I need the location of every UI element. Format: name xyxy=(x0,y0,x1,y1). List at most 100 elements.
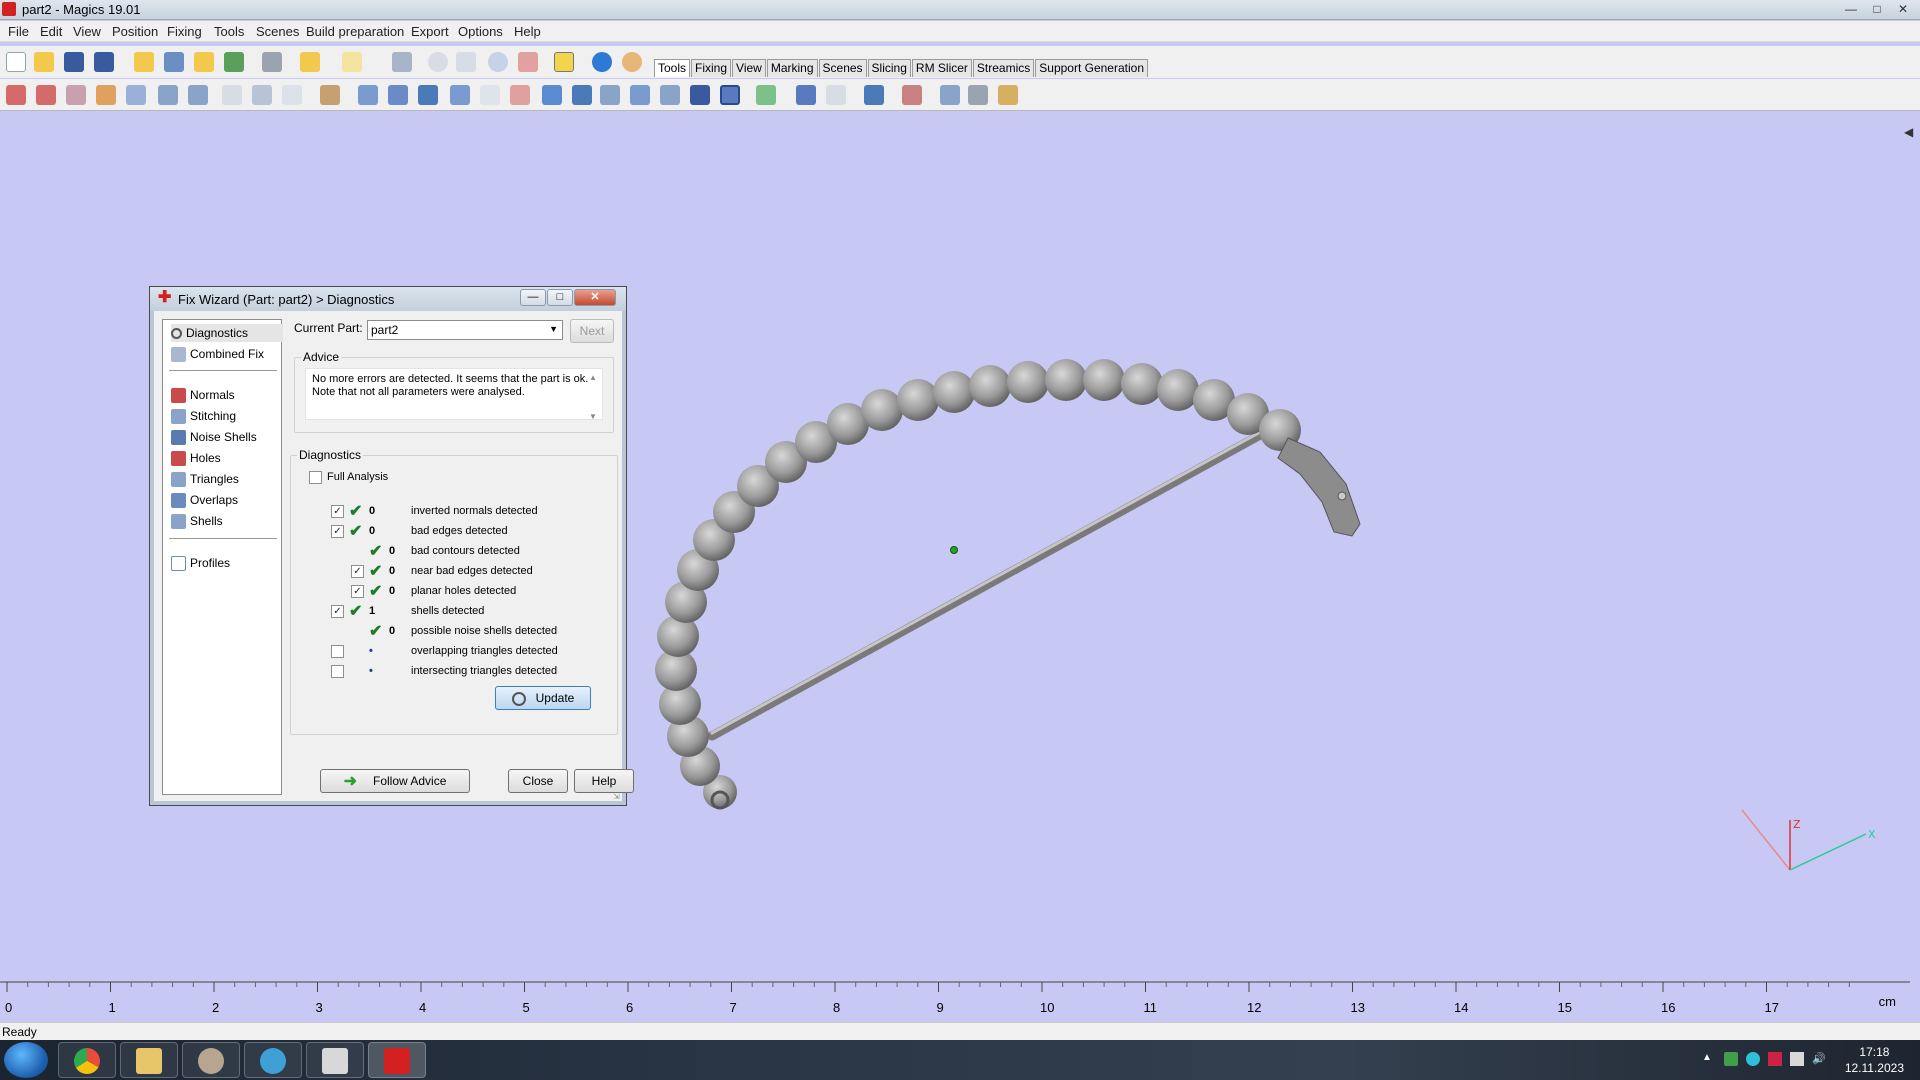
extrude-icon[interactable] xyxy=(510,85,530,105)
print-icon[interactable] xyxy=(262,52,282,72)
hand-icon[interactable] xyxy=(320,85,340,105)
save-part-icon[interactable] xyxy=(164,52,184,72)
analysis-icon[interactable] xyxy=(826,85,846,105)
help-icon[interactable] xyxy=(592,52,612,72)
diagnostic-checkbox[interactable] xyxy=(331,664,344,678)
surface-icon[interactable] xyxy=(630,85,650,105)
new-file-icon[interactable] xyxy=(6,52,26,72)
language-flag-icon[interactable] xyxy=(1768,1052,1782,1066)
page-holes[interactable]: Holes xyxy=(171,449,221,467)
taskbar-explorer[interactable] xyxy=(120,1042,178,1078)
settings-icon[interactable] xyxy=(940,85,960,105)
translate-default-icon[interactable] xyxy=(36,85,56,105)
mesh-icon[interactable] xyxy=(968,85,988,105)
page-stitching[interactable]: Stitching xyxy=(171,407,236,425)
import-part-icon[interactable] xyxy=(134,52,154,72)
mirror-icon[interactable] xyxy=(158,85,178,105)
close-dialog-button[interactable]: Close xyxy=(508,769,568,793)
diagnostic-checkbox[interactable]: ✓ xyxy=(331,504,344,518)
tab-support-generation[interactable]: Support Generation xyxy=(1035,59,1149,77)
diagnostic-checkbox[interactable]: ✓ xyxy=(351,564,364,578)
taskbar-app-v8[interactable] xyxy=(244,1042,302,1078)
menu-edit[interactable]: Edit xyxy=(40,24,62,39)
zoom-window-icon[interactable] xyxy=(518,52,538,72)
save-icon[interactable] xyxy=(64,52,84,72)
menu-scenes[interactable]: Scenes xyxy=(256,24,299,39)
menu-help[interactable]: Help xyxy=(514,24,541,39)
cylinder-icon[interactable] xyxy=(572,85,592,105)
page-overlaps[interactable]: Overlaps xyxy=(171,491,238,509)
label-icon[interactable] xyxy=(450,85,470,105)
pan-icon[interactable] xyxy=(456,52,476,72)
boolean-icon[interactable] xyxy=(358,85,378,105)
unload-part-icon[interactable] xyxy=(224,52,244,72)
volume-icon[interactable]: 🔊 xyxy=(1812,1052,1826,1066)
diagnostic-checkbox[interactable] xyxy=(331,644,344,658)
page-noise-shells[interactable]: Noise Shells xyxy=(171,428,257,446)
menu-file[interactable]: File xyxy=(8,24,29,39)
box-icon[interactable] xyxy=(542,85,562,105)
diagnostic-checkbox[interactable]: ✓ xyxy=(331,524,344,538)
minimize-button[interactable]: — xyxy=(1840,1,1862,17)
assistant-icon[interactable] xyxy=(622,52,642,72)
redo-icon[interactable] xyxy=(342,52,362,72)
export-icon[interactable] xyxy=(902,85,922,105)
start-button[interactable] xyxy=(4,1042,48,1078)
taskbar-paint[interactable] xyxy=(182,1042,240,1078)
offset-icon[interactable] xyxy=(418,85,438,105)
cut-icon[interactable] xyxy=(222,85,242,105)
hollow-icon[interactable] xyxy=(388,85,408,105)
advice-scrollbar[interactable]: ▲ ▼ xyxy=(586,371,600,421)
taskbar-chrome[interactable] xyxy=(58,1042,116,1078)
rotate-view-icon[interactable] xyxy=(428,52,448,72)
page-normals[interactable]: Normals xyxy=(171,386,235,404)
tab-rm-slicer[interactable]: RM Slicer xyxy=(911,59,972,77)
zoom-icon[interactable] xyxy=(488,52,508,72)
current-part-select[interactable]: part2 ▼ xyxy=(367,320,563,340)
skype-icon[interactable] xyxy=(1746,1052,1760,1066)
taskbar-app-dark[interactable] xyxy=(306,1042,364,1078)
wall-thickness-icon[interactable] xyxy=(864,85,884,105)
undo-icon[interactable] xyxy=(300,52,320,72)
safely-remove-icon[interactable] xyxy=(1790,1052,1804,1066)
page-diagnostics[interactable]: Diagnostics xyxy=(171,324,283,342)
page-shells[interactable]: Shells xyxy=(171,512,223,530)
cone-icon[interactable] xyxy=(600,85,620,105)
tab-view[interactable]: View xyxy=(732,59,766,77)
menu-view[interactable]: View xyxy=(73,24,101,39)
help-button[interactable]: Help xyxy=(574,769,634,793)
tab-fixing[interactable]: Fixing xyxy=(691,59,732,77)
tab-streamics[interactable]: Streamics xyxy=(972,59,1035,77)
rotate-interactive-icon[interactable] xyxy=(96,85,116,105)
save-as-icon[interactable] xyxy=(94,52,114,72)
dialog-close-x-button[interactable]: ✕ xyxy=(574,289,616,306)
close-button[interactable]: ✕ xyxy=(1892,1,1914,17)
maximize-button[interactable]: □ xyxy=(1866,1,1888,17)
tray-expand-icon[interactable]: ▲ xyxy=(1702,1052,1716,1066)
shell-icon[interactable] xyxy=(720,85,740,105)
open-folder-icon[interactable] xyxy=(34,52,54,72)
menu-export[interactable]: Export xyxy=(411,24,449,39)
menu-options[interactable]: Options xyxy=(458,24,503,39)
menu-position[interactable]: Position xyxy=(112,24,158,39)
follow-advice-button[interactable]: ➜ Follow Advice xyxy=(320,769,470,793)
taskbar-magics[interactable] xyxy=(368,1042,426,1078)
tab-scenes[interactable]: Scenes xyxy=(818,59,867,77)
build-icon[interactable] xyxy=(998,85,1018,105)
menu-fixing[interactable]: Fixing xyxy=(167,24,202,39)
duplicate-icon[interactable] xyxy=(188,85,208,105)
dialog-maximize-button[interactable]: □ xyxy=(547,289,573,306)
diagnostic-checkbox[interactable]: ✓ xyxy=(331,604,344,618)
menu-build-preparation[interactable]: Build preparation xyxy=(306,24,404,39)
measure-icon[interactable] xyxy=(796,85,816,105)
check-icon[interactable] xyxy=(554,52,574,72)
load-scene-icon[interactable] xyxy=(194,52,214,72)
tab-tools[interactable]: Tools xyxy=(654,59,691,77)
smooth-icon[interactable] xyxy=(660,85,680,105)
translate-icon[interactable] xyxy=(6,85,26,105)
distance-icon[interactable] xyxy=(756,85,776,105)
page-triangles[interactable]: Triangles xyxy=(171,470,239,488)
split-icon[interactable] xyxy=(282,85,302,105)
tab-slicing[interactable]: Slicing xyxy=(867,59,911,77)
page-combined-fix[interactable]: Combined Fix xyxy=(171,345,264,363)
